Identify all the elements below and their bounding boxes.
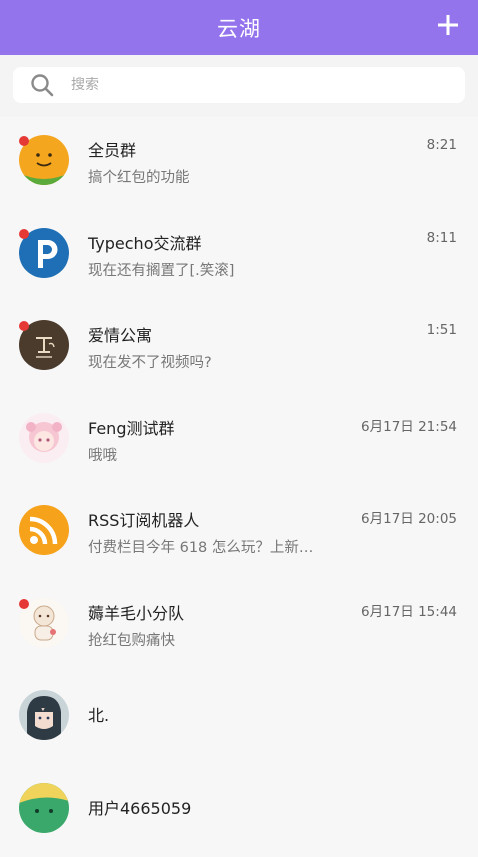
app-header: 云湖 [0, 0, 478, 55]
chat-last-message: 现在还有搁置了[.笑滚] [88, 259, 234, 280]
plus-icon [436, 13, 460, 37]
search-icon [29, 72, 55, 98]
chat-time: 8:21 [427, 137, 457, 153]
search-box[interactable] [13, 67, 465, 103]
anime-boy-avatar [19, 690, 69, 740]
rss-avatar [19, 505, 69, 555]
green-blob-avatar [19, 783, 69, 833]
unread-dot [19, 136, 29, 146]
chat-time: 1:51 [427, 322, 457, 338]
chat-row[interactable]: 爱情公寓 现在发不了视频吗? 1:51 [0, 302, 478, 395]
chat-name: Typecho交流群 [88, 230, 201, 254]
chat-row[interactable]: RSS订阅机器人 付费栏目今年 618 怎么玩？上新… 6月17日 20:05 [0, 487, 478, 580]
chat-name: 全员群 [88, 137, 136, 161]
chat-row[interactable]: 薅羊毛小分队 抢红包购痛快 6月17日 15:44 [0, 580, 478, 673]
add-button[interactable] [436, 13, 460, 37]
chat-time: 6月17日 20:05 [361, 507, 457, 527]
chat-row[interactable]: Feng测试群 哦哦 6月17日 21:54 [0, 395, 478, 488]
chat-name: RSS订阅机器人 [88, 507, 199, 531]
chat-name: 北. [88, 702, 109, 726]
search-input[interactable] [69, 76, 433, 94]
chat-name: 爱情公寓 [88, 322, 152, 346]
chat-last-message: 搞个红包的功能 [88, 166, 190, 187]
chat-last-message: 抢红包购痛快 [88, 629, 175, 650]
search-bar [0, 55, 478, 117]
anime-girl-avatar [19, 413, 69, 463]
chat-name: 薅羊毛小分队 [88, 600, 184, 624]
chat-row[interactable]: Typecho交流群 现在还有搁置了[.笑滚] 8:11 [0, 210, 478, 303]
unread-dot [19, 229, 29, 239]
chat-name: 用户4665059 [88, 795, 191, 819]
chat-time: 6月17日 15:44 [361, 600, 457, 620]
chat-time: 6月17日 21:54 [361, 415, 457, 435]
chat-row[interactable]: 北. [0, 672, 478, 765]
chat-last-message: 现在发不了视频吗? [88, 351, 212, 372]
chat-name: Feng测试群 [88, 415, 174, 439]
page-title: 云湖 [217, 13, 261, 43]
chat-last-message: 哦哦 [88, 444, 117, 465]
chat-row[interactable]: 用户4665059 [0, 765, 478, 857]
chat-last-message: 付费栏目今年 618 怎么玩？上新… [88, 536, 313, 557]
chat-list: 全员群 搞个红包的功能 8:21 Typecho交流群 现在还有搁置了[.笑滚]… [0, 117, 478, 857]
unread-dot [19, 599, 29, 609]
chat-time: 8:11 [427, 230, 457, 246]
unread-dot [19, 321, 29, 331]
chat-row[interactable]: 全员群 搞个红包的功能 8:21 [0, 117, 478, 210]
